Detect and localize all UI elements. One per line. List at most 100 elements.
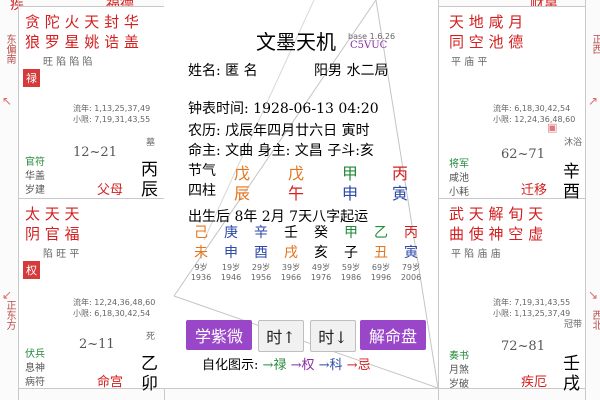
dayun-col-3[interactable]: 辛 酉 29岁 1956: [246, 222, 276, 282]
mr-major-stars-row2: 曲 使 神 空 虚: [449, 225, 544, 243]
dayun-year: 2006: [400, 273, 422, 282]
ml-major-stars-row1: 太 天 天: [25, 205, 80, 223]
dayun-row: 己 未 9岁 1936 庚 申 19岁 1946 辛 酉 29岁 1956 壬 …: [186, 222, 426, 296]
direction-right-bottom: 西北: [590, 310, 600, 330]
mr-range: 72~81: [501, 339, 545, 354]
dayun-stem: 壬: [284, 225, 298, 241]
frame-right-outer: [585, 0, 586, 400]
ml-hua-badge: 权: [23, 261, 40, 279]
tr-changsheng: 沐浴: [564, 138, 583, 148]
hour-down-button[interactable]: 时↓: [310, 320, 356, 352]
mr-star-states: 平 陷 庙 庙: [451, 249, 501, 260]
tl-changsheng: 墓: [146, 138, 156, 148]
dayun-age: 39岁: [281, 263, 301, 272]
tl-flow-years: 流年: 1,13,25,37,49: [73, 104, 151, 113]
ml-star-states: 陷 旺 平: [43, 249, 80, 260]
mr-minor-1: 奏书: [449, 351, 469, 362]
mr-branch: 戌: [563, 374, 580, 394]
settings-icon[interactable]: ▣: [547, 121, 557, 134]
dayun-stem: 甲: [344, 225, 358, 241]
ml-minor-1: 伏兵: [25, 349, 45, 360]
dayun-stem: 乙: [374, 225, 388, 241]
clock-time: 钟表时间: 1928-06-13 04:20: [188, 101, 379, 117]
app-title: 文墨天机: [256, 30, 336, 54]
dayun-col-2[interactable]: 庚 申 19岁 1946: [216, 222, 246, 282]
palace-middle-left[interactable]: 太 天 天 阴 官 福 陷 旺 平 权 流年: 12,24,36,48,60 小…: [19, 199, 164, 394]
tl-major-stars-row1: 贪 陀 火 天 封 华: [25, 13, 139, 31]
dayun-age: 9岁: [194, 263, 208, 272]
arrow-left-top-icon: ↖: [2, 94, 13, 108]
dayun-branch: 寅: [404, 245, 418, 261]
dayun-year: 1956: [250, 273, 272, 282]
mr-major-stars-row1: 武 天 解 旬 天: [449, 205, 544, 223]
hua-legend-label: 自化图示:: [202, 358, 259, 373]
dayun-stem: 己: [194, 225, 208, 241]
palace-middle-right[interactable]: 武 天 解 旬 天 曲 使 神 空 虚 平 陷 庙 庙 流年: 7,19,31,…: [439, 199, 585, 394]
sizhu-label: 四柱: [188, 183, 216, 199]
app-code: C5VUC: [350, 40, 388, 51]
tl-palace-name: 父母: [97, 183, 124, 198]
name-line: 姓名: 匿 名: [188, 63, 258, 79]
palace-top-left[interactable]: 贪 陀 火 天 封 华 狼 罗 星 姚 诰 盖 旺 陷 陷 陷 禄 流年: 1,…: [19, 7, 164, 200]
hour-up-button[interactable]: 时↑: [258, 320, 304, 352]
direction-left-top: 东偏南: [4, 34, 15, 64]
dayun-age: 69岁: [371, 263, 391, 272]
mr-changsheng: 冠带: [564, 320, 583, 330]
dayun-branch: 酉: [254, 245, 268, 261]
learn-ziwei-button[interactable]: 学紫微: [186, 320, 252, 350]
dayun-year: 1986: [340, 273, 362, 282]
lunar-time: 农历: 戊辰年四月廿六日 寅时: [188, 123, 370, 139]
gender-line: 阳男 水二局: [314, 63, 389, 79]
tr-star-states: 平 庙 平: [451, 57, 488, 68]
tl-range: 12~21: [73, 145, 117, 160]
tr-palace-name: 迁移: [521, 183, 548, 198]
arrow-left-bottom-icon: ↙: [2, 288, 13, 302]
tl-star-states: 旺 陷 陷 陷: [43, 57, 93, 68]
tr-minor-1: 将军: [449, 159, 469, 170]
tl-small-limit: 小限: 7,19,31,43,55: [73, 115, 151, 124]
ml-major-stars-row2: 阴 官 福: [25, 225, 80, 243]
hua-ke: →科: [318, 358, 343, 373]
hua-lu: →禄: [262, 358, 287, 373]
arrow-right-bottom-icon: ↘: [588, 288, 599, 302]
tr-range: 62~71: [501, 147, 545, 162]
dayun-col-5[interactable]: 癸 亥 49岁 1976: [306, 222, 336, 282]
mr-palace-name: 疾厄: [521, 375, 548, 390]
tl-hua-badge: 禄: [23, 69, 40, 87]
dayun-year: 1966: [280, 273, 302, 282]
dayun-age: 59岁: [341, 263, 361, 272]
ml-small-limit: 小限: 6,18,30,42,54: [73, 309, 151, 318]
sizhu-day: 申: [342, 184, 359, 203]
direction-right-top: 正西: [590, 34, 600, 54]
center-info-panel: 文墨天机 base 1.6.26 C5VUC 姓名: 匿 名 阳男 水二局 钟表…: [164, 0, 438, 388]
hua-legend: 自化图示: →禄 →权 →科 →忌: [202, 354, 371, 373]
dayun-col-4[interactable]: 壬 戌 39岁 1966: [276, 222, 306, 282]
ml-range: 2~11: [79, 337, 115, 352]
dayun-col-7[interactable]: 乙 丑 69岁 1996: [366, 222, 396, 282]
dayun-stem: 庚: [224, 225, 238, 241]
arrow-right-top-icon: ↗: [588, 94, 599, 108]
tl-major-stars-row2: 狼 罗 星 姚 诰 盖: [25, 33, 139, 51]
dayun-year: 1976: [310, 273, 332, 282]
mr-minor-2: 月煞: [449, 365, 469, 376]
chart-screen: 疾 福德 官 资 财帛 东偏南 正东方 正西 西北 ↖ ↙ ↗ ↘ 贪 陀 火 …: [0, 0, 600, 400]
direction-left-bottom: 正东方: [4, 300, 15, 330]
hua-quan: →权: [290, 358, 315, 373]
dayun-stem: 癸: [314, 225, 328, 241]
dayun-col-8[interactable]: 丙 寅 79岁 2006: [396, 222, 426, 282]
dayun-age: 19岁: [221, 263, 241, 272]
dayun-col-1[interactable]: 己 未 9岁 1936: [186, 222, 216, 282]
dayun-col-6[interactable]: 甲 子 59岁 1986: [336, 222, 366, 282]
ml-branch: 卯: [141, 374, 158, 394]
sizhu-year: 辰: [234, 184, 251, 203]
palace-top-right[interactable]: 天 地 咸 月 同 空 池 德 平 庙 平 流年: 6,18,30,42,54 …: [439, 7, 585, 202]
dayun-year: 1946: [220, 273, 242, 282]
dayun-year: 1936: [190, 273, 212, 282]
dayun-branch: 亥: [314, 245, 328, 261]
ml-minor-2: 息神: [25, 363, 45, 374]
tr-major-stars-row1: 天 地 咸 月: [449, 13, 524, 31]
sizhu-hour: 寅: [392, 184, 409, 203]
ml-flow-years: 流年: 12,24,36,48,60: [73, 298, 156, 307]
interpret-chart-button[interactable]: 解命盘: [360, 320, 426, 350]
tl-minor-3: 岁建: [25, 185, 45, 196]
